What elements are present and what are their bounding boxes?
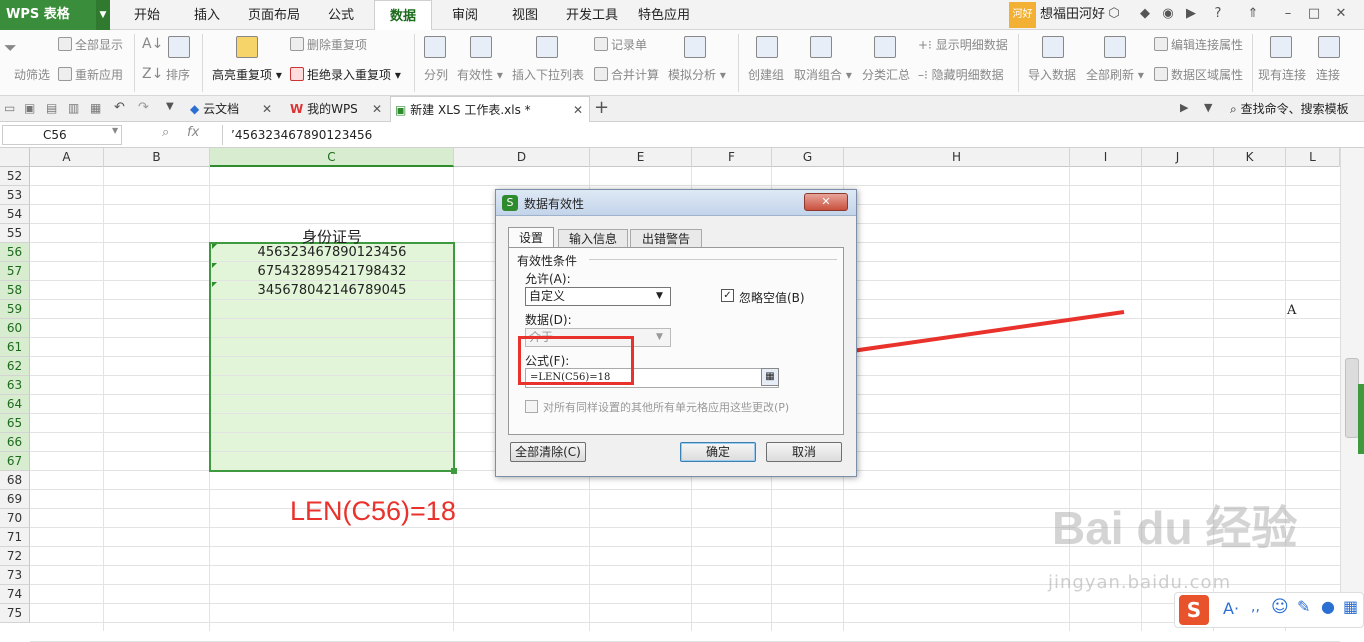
- section-divider: [589, 259, 837, 260]
- tab-input-message[interactable]: 输入信息: [558, 229, 628, 247]
- ignore-blank-label: 忽略空值(B): [739, 291, 805, 305]
- clear-all-button[interactable]: 全部清除(C): [510, 442, 586, 462]
- punctuation-icon[interactable]: ,,: [1251, 599, 1260, 615]
- sogou-icon[interactable]: S: [1179, 595, 1209, 625]
- baidu-watermark: Bai du 经验: [1052, 502, 1298, 554]
- allow-select[interactable]: 自定义 ▼: [525, 287, 671, 306]
- voice-icon[interactable]: ●: [1321, 597, 1335, 616]
- apply-all-checkbox[interactable]: [525, 400, 538, 413]
- formula-highlight-box: [518, 336, 634, 385]
- emoji-icon[interactable]: ☺: [1271, 597, 1289, 617]
- data-validation-dialog: S 数据有效性 ✕ 设置 输入信息 出错警告 有效性条件 允许(A): 自定义 …: [495, 189, 857, 477]
- ime-lang-icon[interactable]: A·: [1223, 599, 1239, 618]
- dialog-titlebar[interactable]: S 数据有效性 ✕: [496, 190, 856, 216]
- dialog-title: 数据有效性: [524, 197, 585, 211]
- ok-button[interactable]: 确定: [680, 442, 756, 462]
- apply-all-label: 对所有同样设置的其他所有单元格应用这些更改(P): [543, 401, 790, 414]
- toolbox-icon[interactable]: ▦: [1343, 597, 1358, 616]
- baidu-watermark-url: jingyan.baidu.com: [1048, 572, 1232, 593]
- scrollbar-thumb[interactable]: [1345, 358, 1359, 438]
- chevron-down-icon: ▼: [656, 332, 663, 342]
- data-label: 数据(D):: [525, 313, 572, 327]
- ignore-blank-checkbox[interactable]: ✓: [721, 289, 734, 302]
- wps-sheet-icon: S: [502, 195, 518, 211]
- side-panel-toggle[interactable]: [1358, 384, 1364, 454]
- settings-panel: 有效性条件 允许(A): 自定义 ▼ ✓ 忽略空值(B) 数据(D): 介于 ▼…: [508, 247, 844, 435]
- vertical-scrollbar[interactable]: [1340, 148, 1364, 608]
- range-picker-icon[interactable]: ▦: [761, 368, 779, 386]
- tab-error-alert[interactable]: 出错警告: [630, 229, 702, 247]
- cancel-button[interactable]: 取消: [766, 442, 842, 462]
- chevron-down-icon: ▼: [656, 291, 663, 301]
- tab-settings[interactable]: 设置: [508, 227, 554, 247]
- handwrite-icon[interactable]: ✎: [1297, 597, 1310, 616]
- allow-label: 允许(A):: [525, 272, 571, 286]
- dialog-close-button[interactable]: ✕: [804, 193, 848, 211]
- ime-toolbar: S A· ,, ☺ ✎ ● ▦: [1174, 592, 1364, 628]
- section-validation-criteria: 有效性条件: [517, 254, 578, 268]
